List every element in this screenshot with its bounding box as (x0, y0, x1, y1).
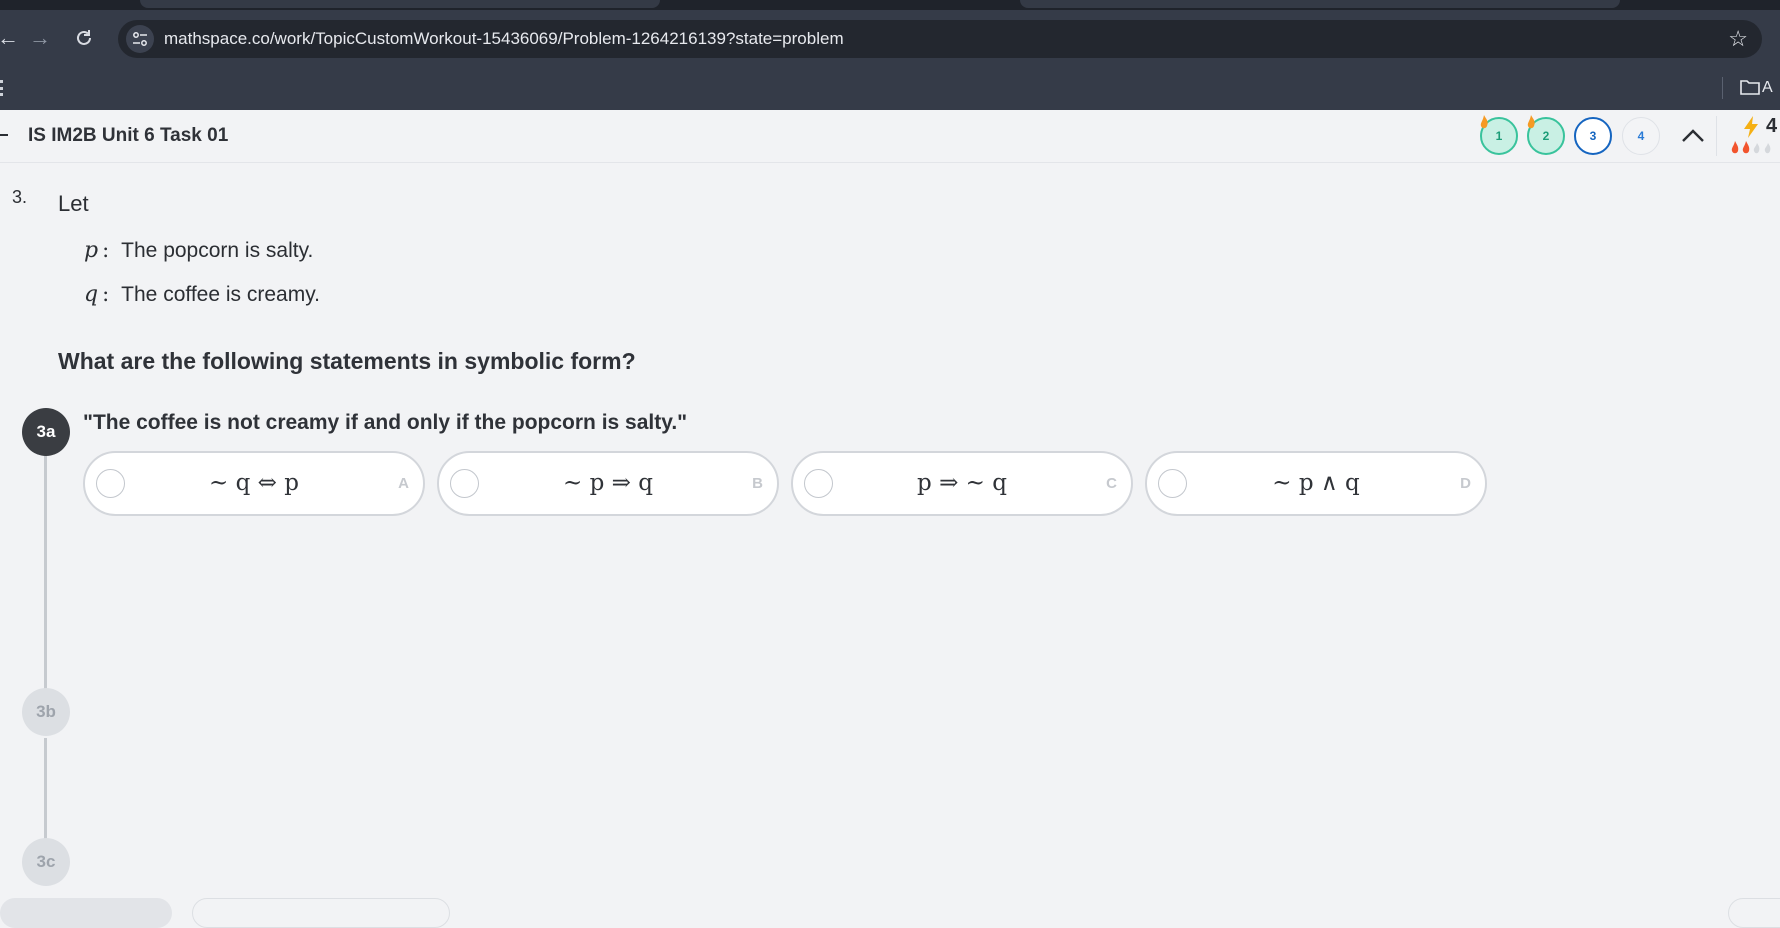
question-nav-2[interactable]: 2 (1527, 115, 1565, 155)
lightning-icon (1744, 116, 1758, 138)
choice-math: ~ q ⇔ p (209, 470, 299, 496)
arrow-right-icon[interactable]: → (26, 24, 54, 52)
subquestion-step-3c[interactable]: 3c (22, 838, 70, 886)
definition-q: q: The coffee is creamy. (84, 282, 320, 307)
progress-rail (44, 432, 47, 690)
question-number: 3. (12, 187, 28, 207)
choice-c[interactable]: p ⇒ ~ q C (791, 451, 1133, 516)
workout-header: IS IM2B Unit 6 Task 01 1 2 3 4 4 (0, 110, 1780, 163)
address-bar[interactable]: mathspace.co/work/TopicCustomWorkout-154… (118, 20, 1762, 58)
choice-math: p ⇒ ~ q (917, 470, 1007, 496)
bookmarks-bar: A (0, 66, 1780, 110)
radio-button[interactable] (804, 469, 833, 498)
subquestion-statement: "The coffee is not creamy if and only if… (83, 411, 688, 434)
question-nav-label: 3 (1589, 129, 1597, 143)
chevron-up-icon[interactable] (1680, 124, 1706, 148)
url-text[interactable]: mathspace.co/work/TopicCustomWorkout-154… (164, 20, 844, 58)
choice-math: ~ p ∧ q (1272, 470, 1360, 496)
definition-variable: p (84, 238, 99, 263)
choice-letter: A (398, 475, 409, 492)
browser-tab[interactable] (140, 0, 660, 8)
radio-button[interactable] (96, 469, 125, 498)
bookmarks-separator (1722, 77, 1723, 99)
header-separator (1716, 116, 1717, 156)
bottom-action-button[interactable] (192, 898, 450, 928)
bottom-action-button[interactable] (1728, 898, 1780, 928)
reload-icon[interactable] (70, 24, 98, 52)
question-nav-4[interactable]: 4 (1622, 117, 1660, 155)
choice-a[interactable]: ~ q ⇔ p A (83, 451, 425, 516)
choice-letter: C (1106, 475, 1117, 492)
subquestion-step-3b[interactable]: 3b (22, 688, 70, 736)
choice-d[interactable]: ~ p ∧ q D (1145, 451, 1487, 516)
site-settings-icon[interactable] (126, 25, 154, 53)
radio-button[interactable] (1158, 469, 1187, 498)
definition-variable: q (84, 282, 99, 307)
question-nav-label: 1 (1495, 129, 1503, 143)
choice-letter: B (752, 475, 763, 492)
problem-prompt: What are the following statements in sym… (58, 348, 636, 374)
workout-title: IS IM2B Unit 6 Task 01 (28, 125, 229, 146)
question-nav-label: 4 (1637, 129, 1645, 143)
star-icon[interactable]: ☆ (1728, 20, 1748, 58)
definition-text: The popcorn is salty. (121, 239, 314, 262)
problem-intro: Let (58, 191, 89, 216)
choice-math: ~ p ⇒ q (563, 470, 653, 496)
flame-icon (1527, 115, 1535, 129)
bookmark-folder-label[interactable]: A (1762, 76, 1773, 100)
browser-tab-strip (0, 0, 1780, 10)
streak-flames-icon (1731, 141, 1771, 154)
flame-icon (1480, 115, 1488, 129)
choice-letter: D (1460, 475, 1471, 492)
radio-button[interactable] (450, 469, 479, 498)
subquestion-step-3a[interactable]: 3a (22, 408, 70, 456)
question-nav-label: 2 (1542, 129, 1550, 143)
streak-count: 4 (1766, 115, 1778, 137)
bottom-action-button[interactable] (0, 898, 172, 928)
arrow-left-icon[interactable]: ← (0, 24, 22, 52)
question-nav-1[interactable]: 1 (1480, 115, 1518, 155)
browser-tab[interactable] (1020, 0, 1620, 8)
folder-icon[interactable] (1740, 78, 1760, 96)
question-nav-3[interactable]: 3 (1574, 117, 1612, 155)
apps-grid-icon[interactable] (0, 80, 7, 96)
browser-toolbar: ← → mathspace.co/work/TopicCustomWorkout… (0, 10, 1780, 66)
definition-p: p: The popcorn is salty. (84, 238, 314, 263)
definition-text: The coffee is creamy. (121, 283, 320, 306)
choice-b[interactable]: ~ p ⇒ q B (437, 451, 779, 516)
back-icon[interactable] (0, 134, 8, 136)
